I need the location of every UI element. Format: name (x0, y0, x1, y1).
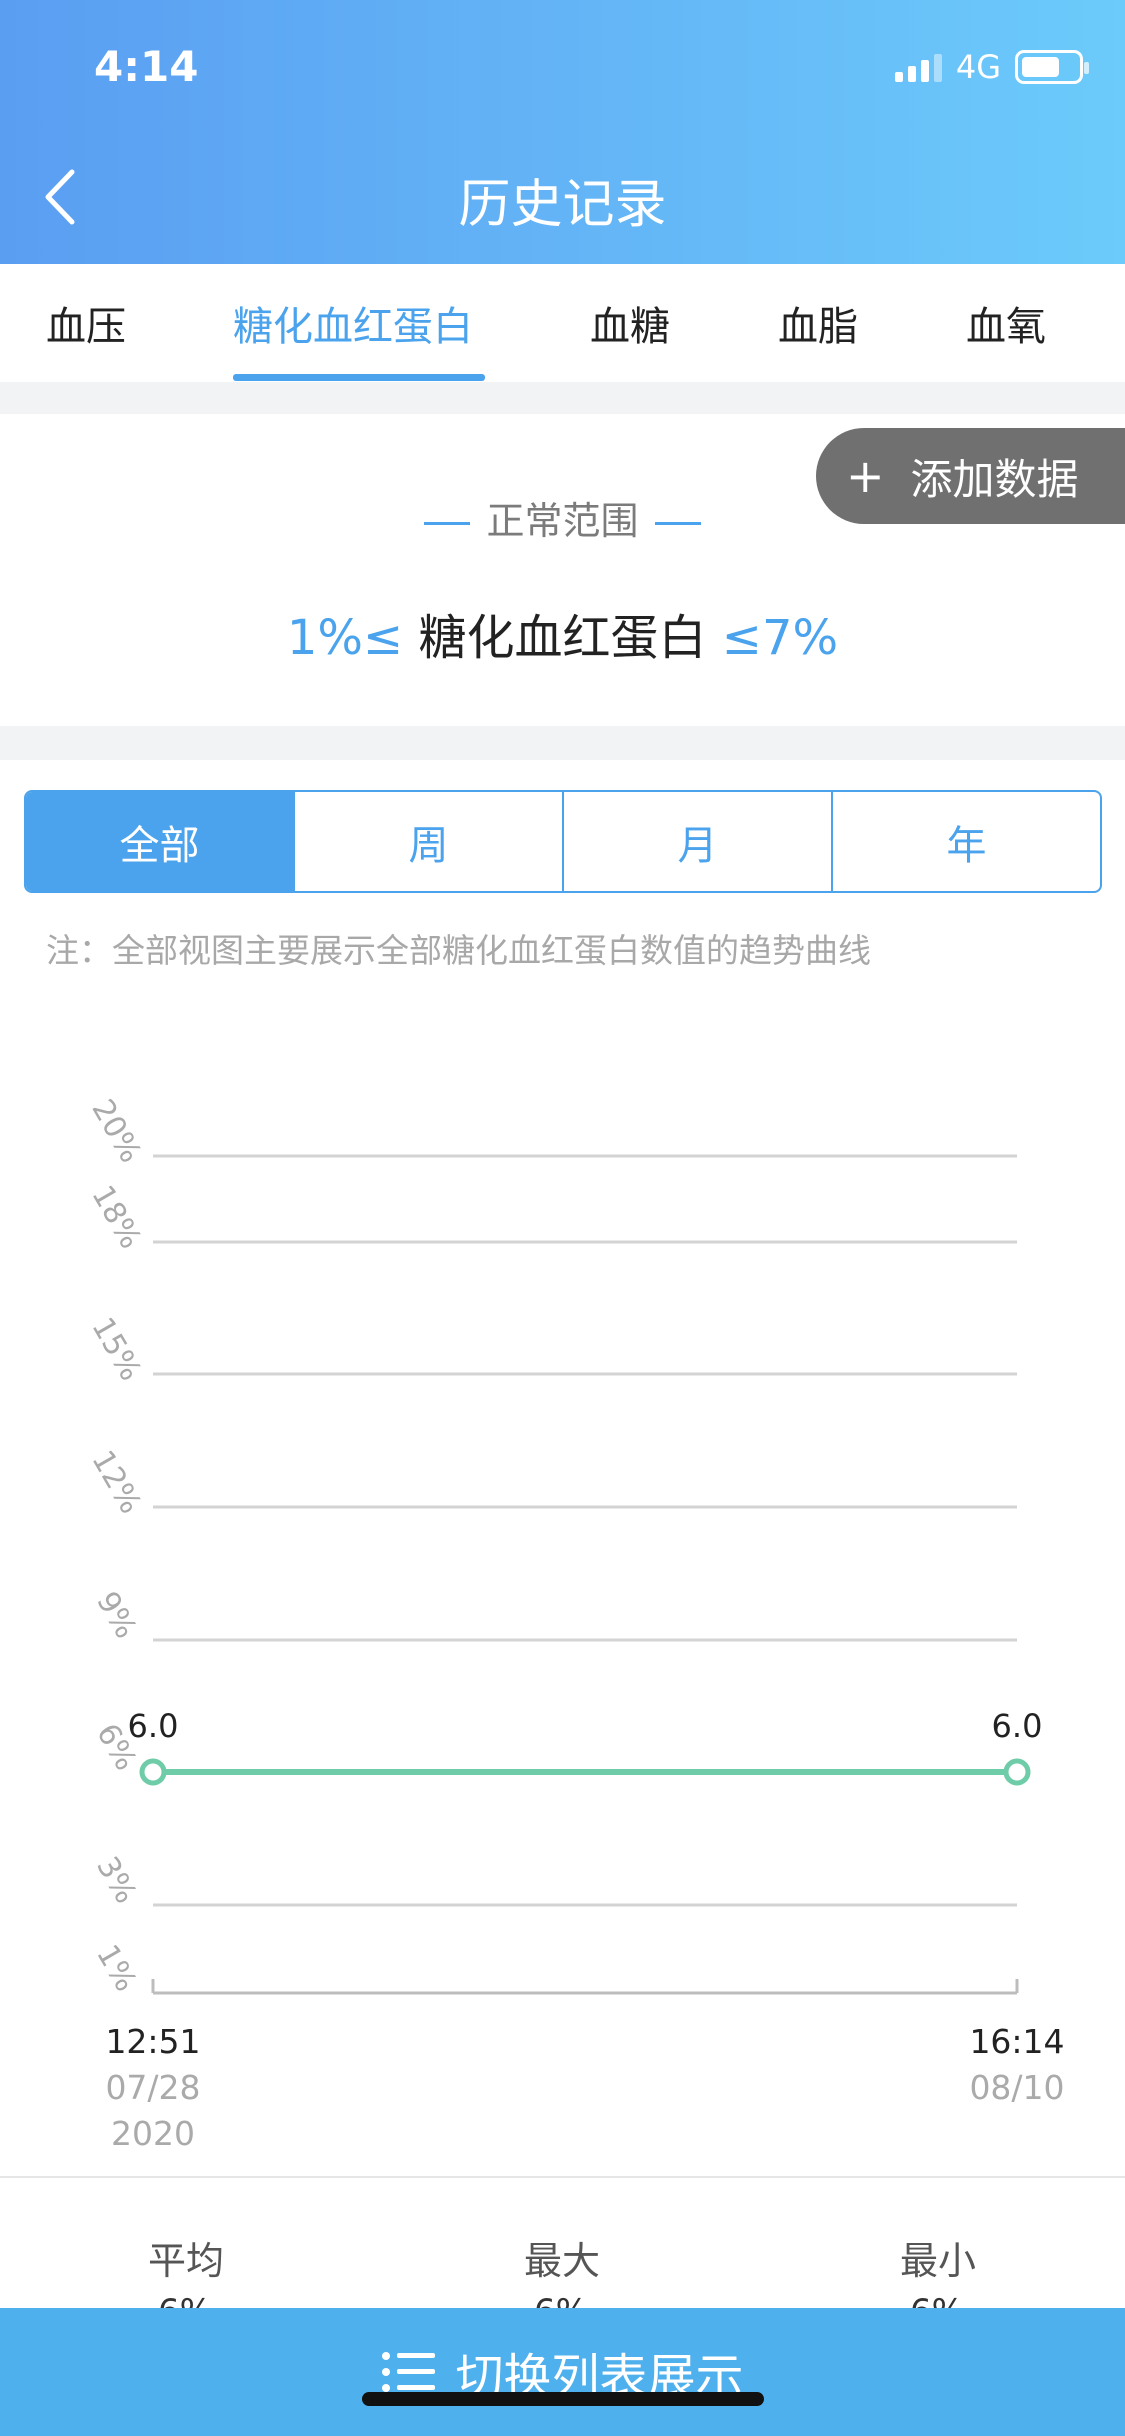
stat-avg-label: 平均 (148, 2239, 225, 2283)
data-point (1003, 1758, 1031, 1786)
x-date-label: 08/10 (969, 2068, 1064, 2107)
x-time-label: 12:51 (105, 2022, 200, 2061)
data-point (139, 1758, 167, 1786)
y-tick-label: 9% (89, 1586, 143, 1645)
y-tick-label: 20% (84, 1094, 148, 1169)
switch-to-list-button[interactable]: 切换列表展示 (0, 2308, 1125, 2436)
data-label: 6.0 (128, 1707, 179, 1745)
x-year-label: 2020 (111, 2114, 195, 2153)
y-tick-label: 15% (84, 1312, 148, 1387)
stat-max-label: 最大 (524, 2239, 601, 2283)
y-tick-label: 18% (84, 1180, 148, 1255)
y-tick-label: 1% (89, 1939, 143, 1998)
x-date-label: 07/28 (105, 2068, 200, 2107)
x-time-label: 16:14 (969, 2022, 1064, 2061)
home-indicator (362, 2392, 764, 2406)
trend-chart: 1%3%6%9%12%15%18%20%6.012:5107/2820206.0… (84, 1094, 1064, 2153)
data-label: 6.0 (992, 1707, 1043, 1745)
stat-min-label: 最小 (900, 2239, 977, 2283)
y-tick-label: 12% (84, 1445, 148, 1520)
y-tick-label: 3% (89, 1851, 143, 1910)
list-icon (382, 2352, 436, 2392)
